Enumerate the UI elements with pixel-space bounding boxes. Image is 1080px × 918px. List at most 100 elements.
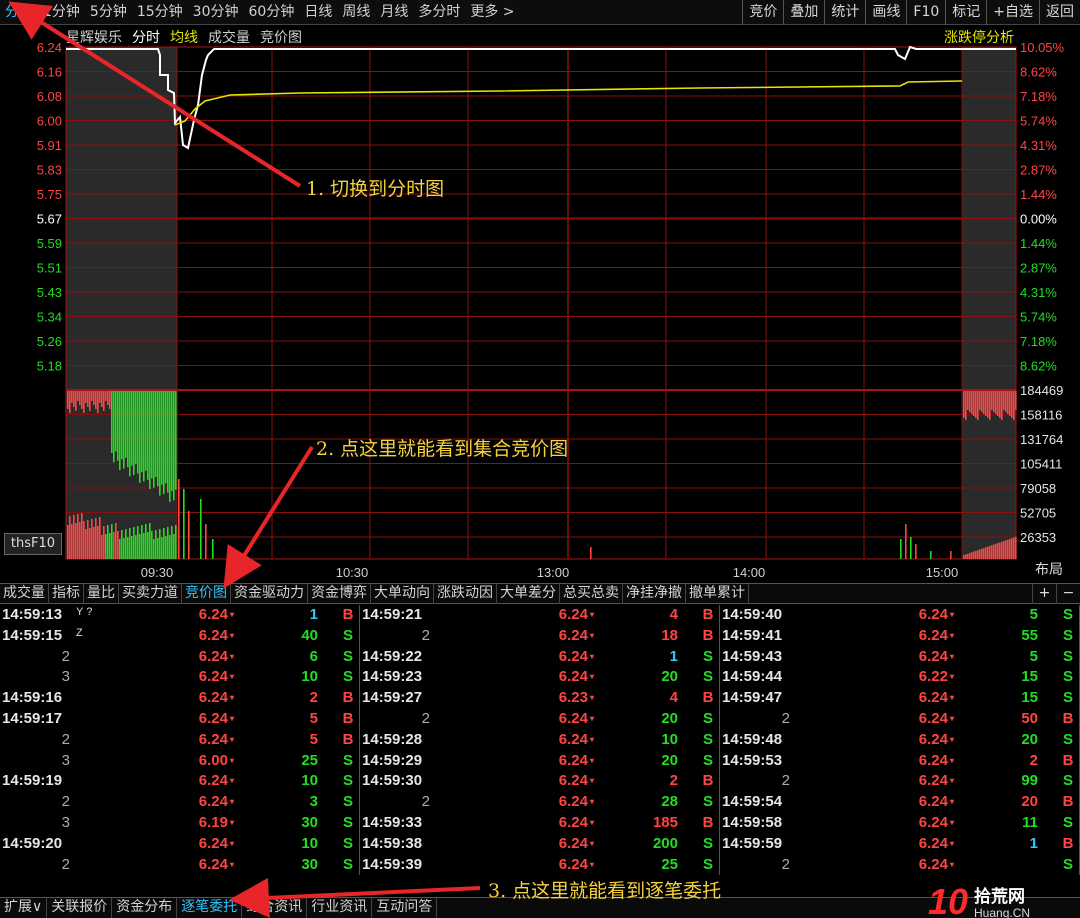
- pct-tick-label: 5.74%: [1020, 310, 1057, 325]
- auction-bar: [101, 391, 103, 407]
- bottom-tab[interactable]: 关联报价: [47, 898, 113, 918]
- trade-row: 14:59:47 6.24 ▾ 15 S: [720, 688, 1079, 709]
- auction-bar: [1003, 391, 1005, 410]
- volume-bar: [910, 537, 912, 559]
- toolbar-button[interactable]: 统计: [824, 0, 865, 25]
- toolbar-button[interactable]: 返回: [1039, 0, 1080, 25]
- bottom-tab[interactable]: 综合资讯: [242, 898, 308, 918]
- indicator-tab[interactable]: 撤单累计: [686, 583, 749, 604]
- period-tab[interactable]: 15分钟: [132, 0, 188, 25]
- bottom-tab[interactable]: 行业资讯: [307, 898, 373, 918]
- zoom-out-button[interactable]: −: [1056, 584, 1080, 604]
- indicator-tab[interactable]: 买卖力道: [119, 583, 182, 604]
- trade-price: 6.24: [558, 834, 588, 852]
- trade-row: 14:59:27 6.23 ▾ 4 B: [360, 688, 719, 709]
- svg-text:10: 10: [928, 882, 968, 918]
- period-tab[interactable]: 更多 >: [465, 0, 519, 25]
- toolbar-button[interactable]: 竞价: [742, 0, 783, 25]
- down-arrow-icon: ▾: [230, 734, 235, 744]
- bottom-tab[interactable]: 互动问答: [372, 898, 438, 918]
- trade-row: 14:59:21 6.24 ▾ 4 B: [360, 605, 719, 626]
- trade-row: 2 6.24 ▾ S: [720, 855, 1079, 876]
- period-tab[interactable]: 30分钟: [188, 0, 244, 25]
- thsf10-button[interactable]: thsF10: [4, 533, 62, 555]
- auction-volume-bar: [101, 535, 103, 559]
- period-tab[interactable]: 日线: [299, 0, 337, 25]
- indicator-tab[interactable]: 竞价图: [182, 583, 231, 604]
- trade-direction: S: [342, 751, 353, 769]
- trade-price: 6.24: [558, 772, 588, 790]
- auction-bar: [73, 391, 75, 407]
- trade-row: 2 6.24 ▾ 20 S: [360, 709, 719, 730]
- layout-button[interactable]: 布局: [1018, 560, 1080, 580]
- trade-row: 14:59:48 6.24 ▾ 20 S: [720, 730, 1079, 751]
- period-tab[interactable]: 1分钟: [38, 0, 85, 25]
- price-line: [66, 45, 1016, 150]
- auction-region-close: [962, 47, 1016, 559]
- auction-volume-bar: [121, 530, 123, 559]
- volume-tick-label: 26353: [1020, 530, 1056, 545]
- period-tab[interactable]: 多分时: [413, 0, 465, 25]
- trade-time: 2: [61, 730, 70, 748]
- down-arrow-icon: ▾: [950, 755, 955, 765]
- trade-volume: 5: [309, 730, 318, 748]
- indicator-tab[interactable]: 大单差分: [497, 583, 560, 604]
- indicator-tab[interactable]: 成交量: [0, 583, 49, 604]
- auction-bar: [163, 391, 165, 495]
- period-tab[interactable]: 分时: [0, 0, 38, 25]
- trade-volume: 20: [661, 709, 678, 727]
- period-tab[interactable]: 周线: [337, 0, 375, 25]
- indicator-tab[interactable]: 指标: [49, 583, 84, 604]
- trade-price: 6.24: [558, 668, 588, 686]
- auction-bar: [89, 391, 91, 411]
- toolbar-button[interactable]: 画线: [865, 0, 906, 25]
- trade-volume: 11: [1022, 813, 1038, 831]
- trade-time: 14:59:30: [362, 772, 423, 790]
- down-arrow-icon: ▾: [230, 693, 235, 703]
- indicator-tab[interactable]: 资金驱动力: [231, 583, 308, 604]
- auction-volume-bar: [175, 525, 177, 559]
- auction-volume-bar: [983, 548, 985, 559]
- auction-bar: [145, 391, 147, 471]
- trade-volume: 25: [301, 751, 318, 769]
- bottom-tab[interactable]: 资金分布: [112, 898, 178, 918]
- auction-volume-bar: [975, 550, 977, 559]
- bottom-tab[interactable]: 扩展∨: [0, 898, 48, 918]
- trade-row: 2 6.24 ▾ 99 S: [720, 771, 1079, 792]
- auction-volume-bar: [167, 527, 169, 559]
- volume-bar: [212, 539, 214, 559]
- trade-time: 2: [61, 855, 70, 873]
- auction-bar: [113, 391, 115, 463]
- volume-bar: [915, 544, 917, 559]
- trade-price: 6.24: [558, 730, 588, 748]
- bottom-tab[interactable]: 逐笔委托: [177, 898, 243, 918]
- time-tick-label: 10:30: [336, 565, 369, 580]
- indicator-tab[interactable]: 资金博弈: [308, 583, 371, 604]
- indicator-tab[interactable]: 大单动向: [371, 583, 434, 604]
- toolbar-button[interactable]: F10: [906, 0, 945, 25]
- period-tab[interactable]: 5分钟: [85, 0, 132, 25]
- auction-bar: [139, 391, 141, 483]
- trade-price: 6.24: [198, 855, 228, 873]
- limit-analysis-button[interactable]: 涨跌停分析: [944, 27, 1014, 47]
- period-tab[interactable]: 月线: [375, 0, 413, 25]
- period-tab[interactable]: 60分钟: [244, 0, 300, 25]
- toolbar-button[interactable]: +自选: [986, 0, 1039, 25]
- auction-volume-bar: [115, 523, 117, 559]
- trade-time: 2: [781, 772, 790, 790]
- trade-time: 2: [781, 709, 790, 727]
- trade-time: 14:59:13: [2, 606, 63, 623]
- auction-volume-bar: [137, 526, 139, 559]
- indicator-tab[interactable]: 净挂净撤: [623, 583, 686, 604]
- auction-bar: [989, 391, 991, 420]
- indicator-tab[interactable]: 涨跌动因: [434, 583, 497, 604]
- zoom-in-button[interactable]: +: [1032, 584, 1056, 604]
- auction-bar: [977, 391, 979, 420]
- toolbar-button[interactable]: 叠加: [783, 0, 824, 25]
- intraday-chart[interactable]: 6.24 10.05% 6.16 8.62% 6.08 7.18% 6.00 5.74% 5.9…: [0, 25, 1080, 581]
- trade-row: 2 6.24 ▾ 18 B: [360, 626, 719, 647]
- indicator-tab[interactable]: 量比: [84, 583, 119, 604]
- indicator-tab[interactable]: 总买总卖: [560, 583, 623, 604]
- toolbar-button[interactable]: 标记: [945, 0, 986, 25]
- trade-price: 6.24: [918, 689, 948, 707]
